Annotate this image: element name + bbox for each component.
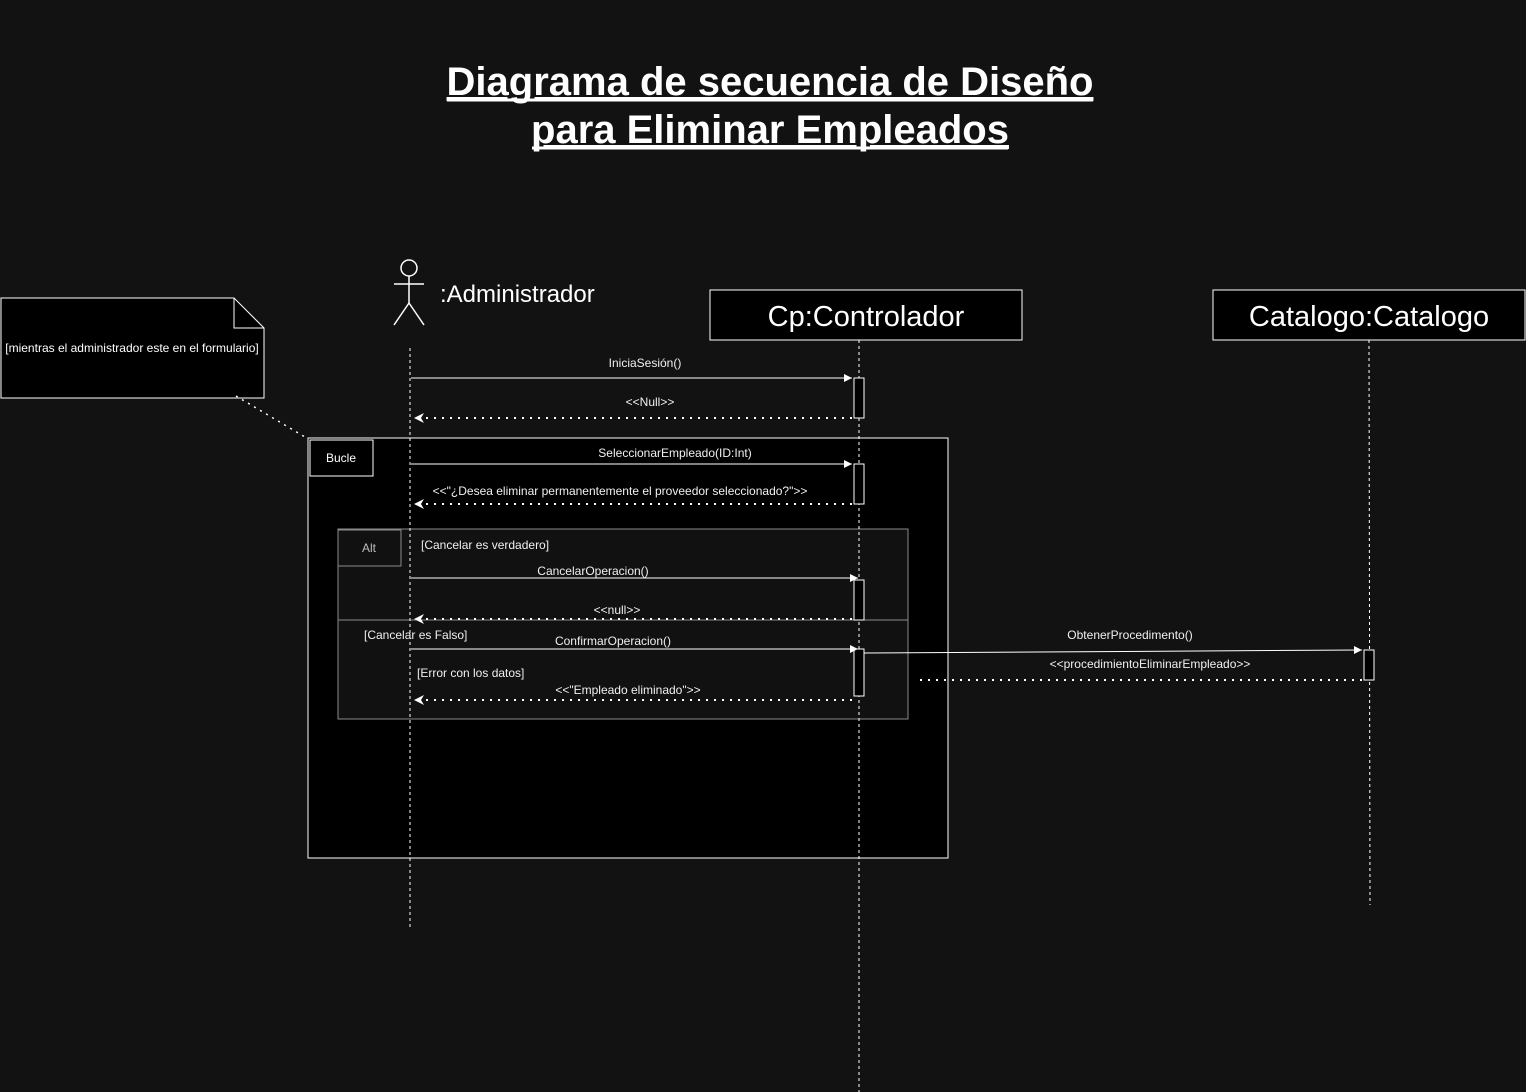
controller-participant-label: Cp:Controlador: [768, 301, 965, 333]
return-label: <<"¿Desea eliminar permanentemente el pr…: [433, 484, 808, 498]
actor-right-leg: [408, 302, 425, 326]
guard-cancel-true: [Cancelar es verdadero]: [421, 538, 549, 552]
actor-head: [400, 259, 418, 277]
actor-left-leg: [393, 302, 410, 326]
note-connector: [235, 395, 311, 441]
note-text: [mientras el administrador este en el fo…: [5, 341, 258, 355]
message-label: IniciaSesión(): [609, 356, 682, 370]
controller-activation-1: [853, 377, 865, 419]
return-label: <<"Empleado eliminado">>: [555, 683, 700, 697]
controller-participant: Cp:Controlador: [709, 289, 1023, 341]
guard-cancel-false: [Cancelar es Falso]: [364, 628, 467, 642]
catalog-lifeline: [1368, 339, 1371, 906]
return-label: <<null>>: [594, 603, 641, 617]
loop-frame-label: Bucle: [326, 451, 356, 465]
return-procedimiento: <<procedimientoEliminarEmpleado>>: [914, 657, 1362, 681]
diagram-title-line-1: Diagrama de secuencia de Diseño: [447, 60, 1094, 104]
controller-activation-3: [853, 579, 865, 621]
message-label: CancelarOperacion(): [537, 564, 648, 578]
catalog-participant-label: Catalogo:Catalogo: [1249, 301, 1489, 333]
guard-data-error: [Error con los datos]: [417, 666, 524, 680]
catalog-participant: Catalogo:Catalogo: [1212, 289, 1526, 341]
diagram-title-line-2: para Eliminar Empleados: [531, 108, 1009, 152]
loop-condition-note: [mientras el administrador este en el fo…: [0, 297, 265, 399]
return-label: <<procedimientoEliminarEmpleado>>: [1050, 657, 1251, 671]
message-label: SeleccionarEmpleado(ID:Int): [598, 446, 751, 460]
controller-activation-4: [853, 648, 865, 697]
administrator-actor: :Administrador: [393, 259, 595, 326]
catalog-activation: [1363, 649, 1375, 681]
controller-activation-2: [853, 463, 865, 505]
actor-label: :Administrador: [440, 281, 595, 308]
message-inicia-sesion: IniciaSesión(): [411, 356, 852, 382]
sequence-diagram: Diagrama de secuencia de Diseño para Eli…: [0, 60, 1526, 1092]
message-label: ConfirmarOperacion(): [555, 634, 671, 648]
message-label: ObtenerProcedimento(): [1067, 628, 1192, 642]
return-null: <<Null>>: [414, 395, 852, 423]
return-label: <<Null>>: [626, 395, 675, 409]
alt-frame-label: Alt: [362, 541, 377, 555]
